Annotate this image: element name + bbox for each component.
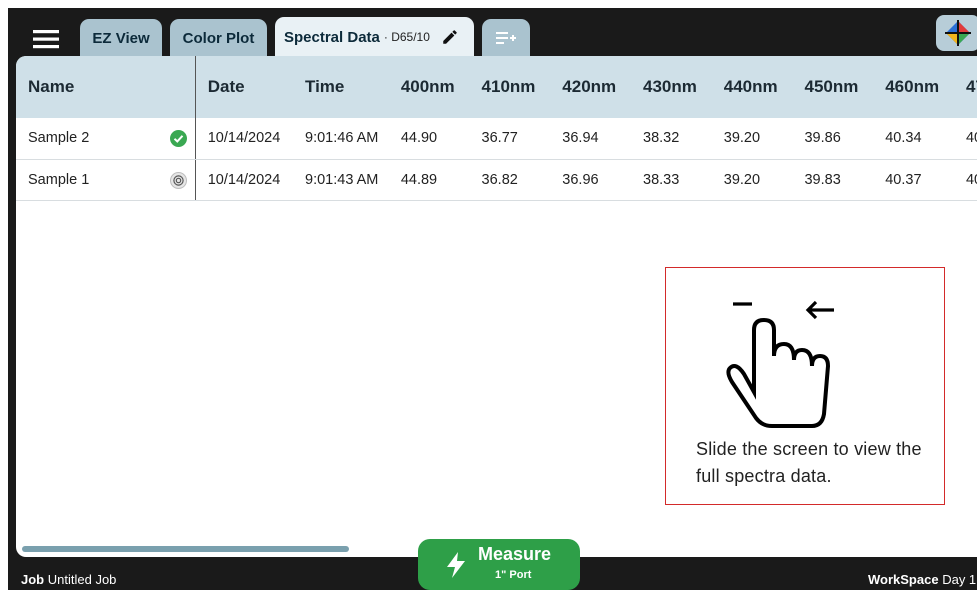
column-header-400nm[interactable]: 400nm	[389, 56, 470, 118]
measure-button[interactable]: Measure 1" Port	[418, 539, 580, 590]
check-circle-icon	[169, 130, 187, 147]
target-icon	[169, 171, 187, 189]
illuminant-observer-label: · D65/10	[383, 30, 430, 44]
column-header-name[interactable]: Name	[16, 56, 196, 118]
job-label: Job	[21, 572, 45, 587]
footer-workspace: WorkSpace Day 1	[868, 572, 976, 587]
value-470nm: 40	[953, 118, 977, 160]
workspace-name: Day 1	[942, 572, 977, 587]
hamburger-icon	[33, 30, 59, 49]
column-header-date[interactable]: Date	[195, 56, 293, 118]
color-wheel-app-button[interactable]	[936, 15, 977, 51]
tab-spectral-data-label: Spectral Data	[284, 28, 380, 46]
column-header-420nm[interactable]: 420nm	[550, 56, 631, 118]
sample-name: Sample 2	[28, 130, 90, 147]
swipe-hint-text: Slide the screen to view the full spectr…	[696, 439, 922, 486]
value-440nm: 39.20	[711, 159, 793, 201]
screen-frame: EZ View Color Plot Spectral Data · D65/1…	[0, 0, 977, 590]
value-400nm: 44.89	[388, 159, 470, 201]
value-400nm: 44.90	[388, 118, 470, 160]
time-cell: 9:01:43 AM	[293, 159, 389, 201]
value-430nm: 38.32	[631, 118, 712, 160]
table-row[interactable]: Sample 2 10/14/2024 9:01:46 AM 44.90 36.…	[16, 118, 977, 160]
value-450nm: 39.86	[792, 118, 874, 160]
tab-color-plot[interactable]: Color Plot	[170, 19, 267, 57]
column-header-460nm[interactable]: 460nm	[873, 56, 954, 118]
value-440nm: 39.20	[711, 118, 793, 160]
sample-name-cell: Sample 2	[16, 118, 196, 160]
swipe-hint-callout: Slide the screen to view the full spectr…	[665, 267, 945, 505]
spectral-data-table: Name Date Time 400nm 410nm 420nm 430nm 4…	[16, 56, 977, 201]
value-410nm: 36.77	[469, 118, 551, 160]
tab-ez-view[interactable]: EZ View	[80, 19, 162, 57]
value-420nm: 36.96	[550, 159, 632, 201]
column-header-410nm[interactable]: 410nm	[470, 56, 551, 118]
swipe-hand-icon	[726, 300, 834, 428]
hamburger-menu-button[interactable]	[26, 22, 66, 56]
job-name: Untitled Job	[47, 572, 117, 587]
column-header-440nm[interactable]: 440nm	[712, 56, 793, 118]
value-460nm: 40.34	[873, 118, 954, 160]
lightning-bolt-icon	[447, 552, 465, 578]
date-cell: 10/14/2024	[195, 118, 293, 160]
value-410nm: 36.82	[469, 159, 551, 201]
tab-spectral-data[interactable]: Spectral Data · D65/10	[275, 17, 474, 57]
value-450nm: 39.83	[792, 159, 874, 201]
add-tab-button[interactable]	[482, 19, 530, 57]
value-460nm: 40.37	[873, 159, 954, 201]
value-420nm: 36.94	[550, 118, 632, 160]
measure-label: Measure	[478, 544, 552, 564]
measure-port-label: 1" Port	[495, 569, 532, 581]
app-window: EZ View Color Plot Spectral Data · D65/1…	[8, 8, 977, 590]
playlist-add-icon	[496, 32, 516, 44]
column-header-470nm[interactable]: 47	[954, 56, 977, 118]
value-430nm: 38.33	[631, 159, 712, 201]
spectral-data-panel: Name Date Time 400nm 410nm 420nm 430nm 4…	[16, 56, 977, 557]
value-470nm: 40	[953, 159, 977, 201]
sample-name: Sample 1	[28, 171, 90, 188]
edit-pencil-icon[interactable]	[441, 28, 459, 46]
time-cell: 9:01:46 AM	[293, 118, 389, 160]
footer-job: Job Untitled Job	[21, 572, 116, 587]
horizontal-scrollbar[interactable]	[22, 546, 349, 552]
color-diamond-icon	[945, 20, 971, 46]
column-header-430nm[interactable]: 430nm	[631, 56, 712, 118]
column-header-450nm[interactable]: 450nm	[792, 56, 873, 118]
table-header-row: Name Date Time 400nm 410nm 420nm 430nm 4…	[16, 56, 977, 118]
date-cell: 10/14/2024	[195, 159, 293, 201]
tab-ez-view-label: EZ View	[92, 29, 150, 47]
tab-color-plot-label: Color Plot	[182, 29, 255, 47]
workspace-label: WorkSpace	[868, 572, 939, 587]
sample-name-cell: Sample 1	[16, 159, 196, 201]
column-header-time[interactable]: Time	[293, 56, 389, 118]
table-row[interactable]: Sample 1 10/14/2024 9:01:43 AM 44.89 36.…	[16, 159, 977, 201]
